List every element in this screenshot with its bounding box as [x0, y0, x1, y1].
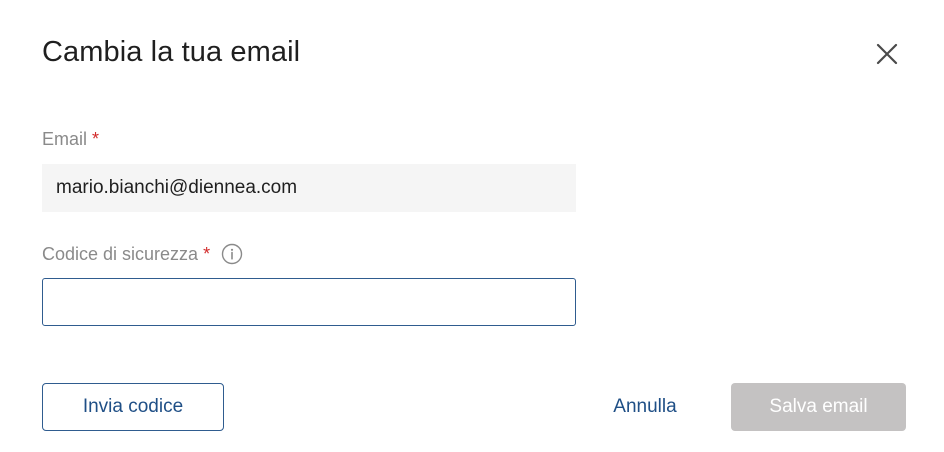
- security-code-input[interactable]: [42, 278, 576, 326]
- close-icon: [872, 39, 902, 69]
- info-icon[interactable]: [221, 243, 243, 265]
- security-code-required-mark: *: [203, 243, 211, 264]
- dialog-title: Cambia la tua email: [42, 36, 301, 68]
- cancel-button[interactable]: Annulla: [596, 383, 694, 431]
- change-email-dialog: Cambia la tua email Email * mario.bianch…: [0, 0, 944, 452]
- email-label-text: Email: [42, 129, 88, 149]
- security-code-label-text: Codice di sicurezza: [42, 243, 199, 264]
- send-code-button[interactable]: Invia codice: [42, 383, 224, 431]
- close-button[interactable]: [872, 39, 902, 69]
- email-label: Email *: [42, 129, 99, 150]
- save-email-button[interactable]: Salva email: [731, 383, 906, 431]
- security-code-label: Codice di sicurezza *: [42, 243, 243, 265]
- email-required-mark: *: [92, 129, 100, 149]
- email-value: mario.bianchi@diennea.com: [56, 177, 298, 198]
- email-field: mario.bianchi@diennea.com: [42, 164, 576, 212]
